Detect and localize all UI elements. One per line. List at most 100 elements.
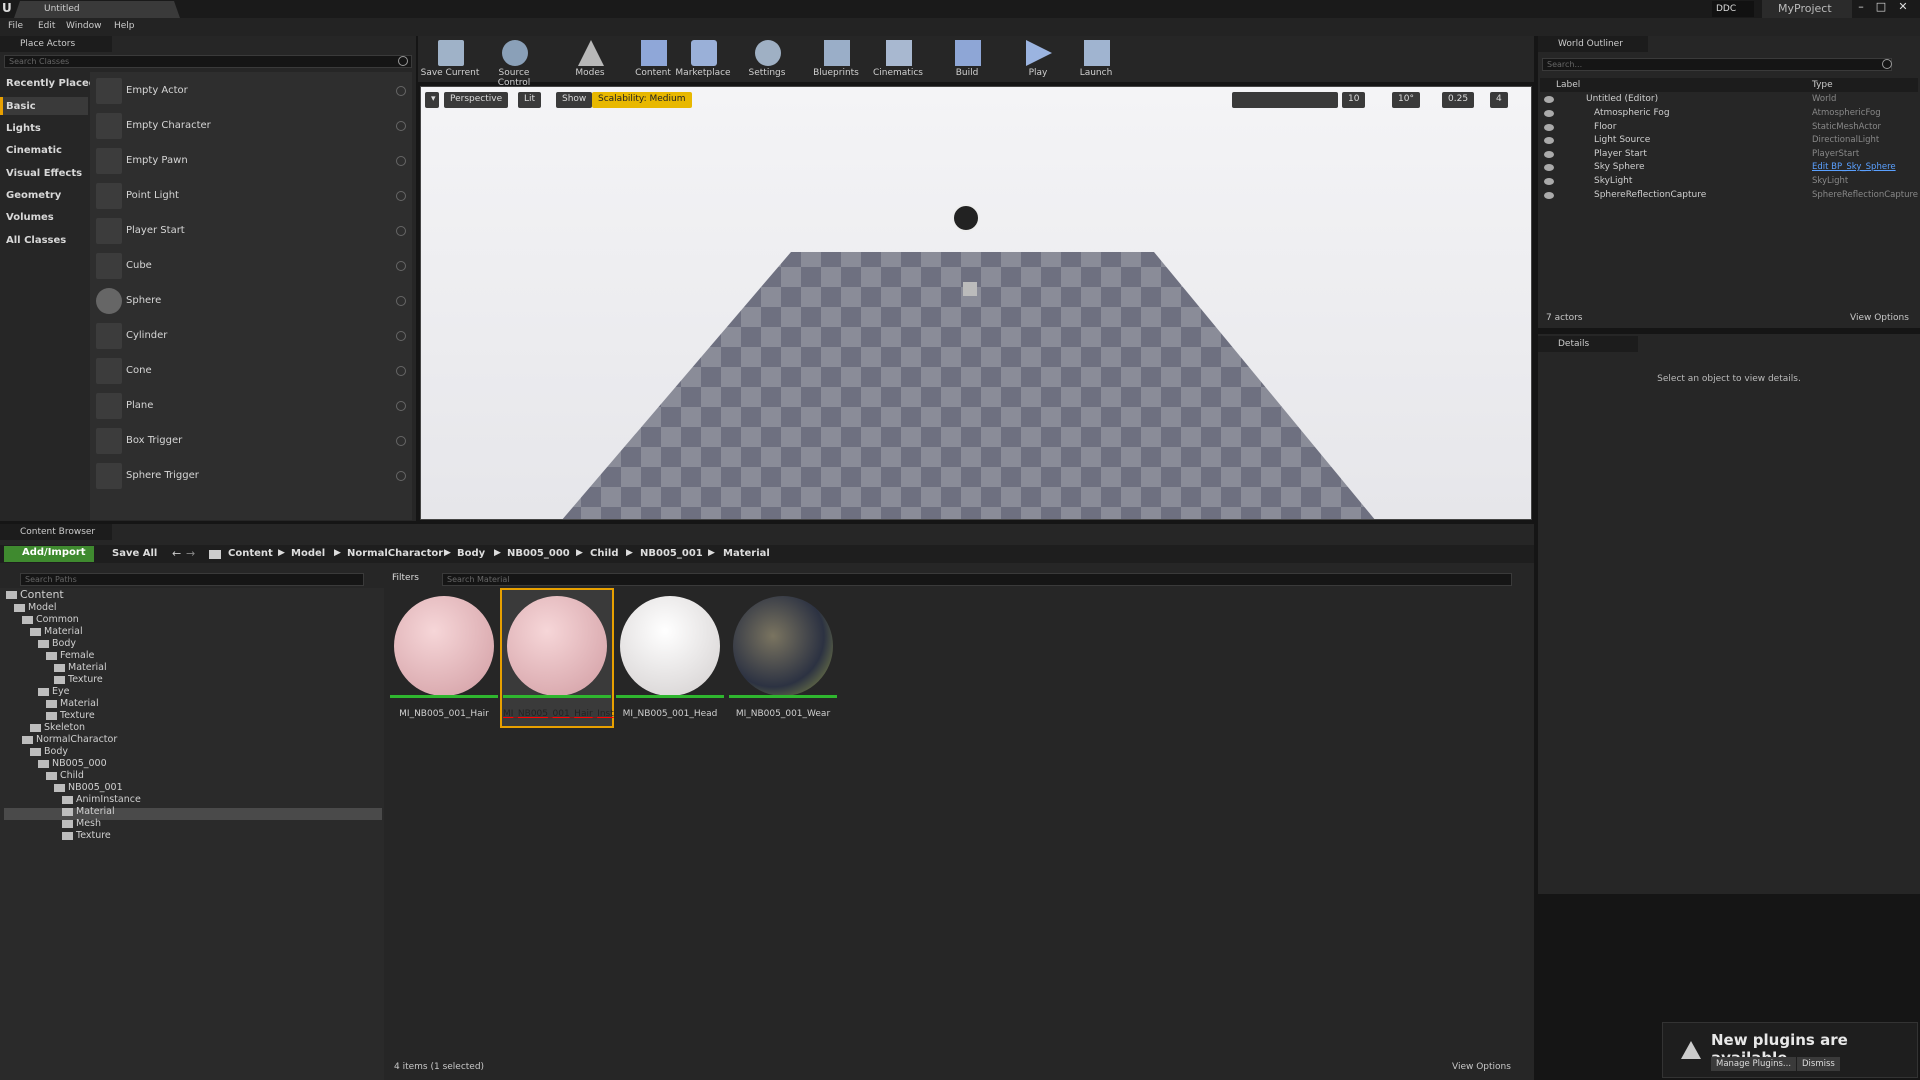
tree-folder[interactable]: Texture — [62, 830, 111, 841]
tree-folder[interactable]: Body — [38, 638, 76, 649]
breadcrumb-arrow-icon[interactable]: ▶ — [626, 548, 633, 558]
back-icon[interactable]: ← — [172, 547, 181, 560]
outliner-row[interactable]: SphereReflectionCapture SphereReflectionC… — [1540, 190, 1918, 203]
show-button[interactable]: Show — [556, 92, 593, 108]
category-volumes[interactable]: Volumes — [6, 212, 54, 223]
actor-item[interactable]: Player Start — [92, 214, 412, 249]
actor-item[interactable]: Box Trigger — [92, 424, 412, 459]
category-recently-placed[interactable]: Recently Placed — [6, 78, 96, 89]
forward-icon[interactable]: → — [186, 547, 195, 560]
category-lights[interactable]: Lights — [6, 123, 41, 134]
save-current-button[interactable]: Save Current — [420, 36, 480, 82]
info-icon[interactable] — [396, 121, 406, 131]
tree-folder[interactable]: Material — [46, 698, 99, 709]
asset-tile[interactable]: MI_NB005_001_Wear — [729, 592, 837, 724]
actor-item[interactable]: Sphere — [92, 284, 412, 319]
tree-folder[interactable]: AnimInstance — [62, 794, 141, 805]
actor-item[interactable]: Cone — [92, 354, 412, 389]
breadcrumb-item[interactable]: Child — [590, 548, 618, 559]
camera-speed-value[interactable]: 4 — [1490, 92, 1508, 108]
tree-folder[interactable]: Material — [62, 806, 115, 817]
settings-button[interactable]: Settings — [737, 36, 797, 82]
eye-icon[interactable] — [1544, 164, 1554, 171]
outliner-row[interactable]: Untitled (Editor) World — [1540, 94, 1918, 107]
source-control-button[interactable]: Source Control — [484, 36, 544, 88]
category-visual-effects[interactable]: Visual Effects — [6, 168, 82, 179]
menu-window[interactable]: Window — [66, 21, 102, 31]
eye-icon[interactable] — [1544, 151, 1554, 158]
grid-snap-value[interactable]: 10 — [1342, 92, 1366, 108]
asset-tile[interactable]: MI_NB005_001_Hair — [390, 592, 498, 724]
tree-folder[interactable]: Eye — [38, 686, 69, 697]
content-browser-tab[interactable]: Content Browser — [0, 524, 112, 540]
cb-view-options[interactable]: View Options — [1452, 1062, 1511, 1072]
tree-folder[interactable]: Material — [54, 662, 107, 673]
eye-icon[interactable] — [1544, 110, 1554, 117]
tree-folder[interactable]: NormalCharactor — [22, 734, 117, 745]
details-tab[interactable]: Details — [1538, 336, 1638, 352]
actor-item[interactable]: Plane — [92, 389, 412, 424]
category-geometry[interactable]: Geometry — [6, 190, 61, 201]
breadcrumb-item[interactable]: Material — [723, 548, 770, 559]
info-icon[interactable] — [396, 191, 406, 201]
play-button[interactable]: Play — [1008, 36, 1068, 82]
tree-folder[interactable]: Material — [30, 626, 83, 637]
eye-icon[interactable] — [1544, 124, 1554, 131]
category-cinematic[interactable]: Cinematic — [6, 145, 62, 156]
tree-folder[interactable]: Mesh — [62, 818, 101, 829]
info-icon[interactable] — [396, 401, 406, 411]
actor-item[interactable]: Sphere Trigger — [92, 459, 412, 494]
tree-folder[interactable]: Texture — [46, 710, 95, 721]
breadcrumb-arrow-icon[interactable]: ▶ — [278, 548, 285, 558]
info-icon[interactable] — [396, 296, 406, 306]
ddc-indicator[interactable]: DDC — [1712, 1, 1754, 17]
outliner-row[interactable]: Floor StaticMeshActor — [1540, 122, 1918, 135]
edit-blueprint-link[interactable]: Edit BP_Sky_Sphere — [1812, 162, 1896, 172]
outliner-search-input[interactable]: Search... — [1542, 58, 1892, 71]
outliner-row[interactable]: Sky Sphere Edit BP_Sky_Sphere — [1540, 162, 1918, 175]
actor-item[interactable]: Cube — [92, 249, 412, 284]
eye-icon[interactable] — [1544, 96, 1554, 103]
close-icon[interactable]: ✕ — [1894, 0, 1912, 14]
menu-edit[interactable]: Edit — [38, 21, 55, 31]
save-all-button[interactable]: Save All — [112, 548, 157, 559]
actor-item[interactable]: Empty Pawn — [92, 144, 412, 179]
info-icon[interactable] — [396, 436, 406, 446]
actor-item[interactable]: Cylinder — [92, 319, 412, 354]
eye-icon[interactable] — [1544, 178, 1554, 185]
launch-button[interactable]: Launch — [1066, 36, 1126, 82]
breadcrumb-item[interactable]: Content — [228, 548, 273, 559]
rotation-snap-value[interactable]: 10° — [1392, 92, 1420, 108]
info-icon[interactable] — [396, 86, 406, 96]
scalability-badge[interactable]: Scalability: Medium — [592, 92, 692, 108]
breadcrumb-arrow-icon[interactable]: ▶ — [444, 548, 451, 558]
breadcrumb-arrow-icon[interactable]: ▶ — [494, 548, 501, 558]
build-button[interactable]: Build — [937, 36, 997, 82]
search-classes-input[interactable]: Search Classes — [4, 55, 412, 68]
breadcrumb-arrow-icon[interactable]: ▶ — [334, 548, 341, 558]
outliner-row[interactable]: SkyLight SkyLight — [1540, 176, 1918, 189]
search-material-input[interactable]: Search Material — [442, 573, 1512, 586]
asset-tile[interactable]: MI_NB005_001_Hair_Inst — [503, 592, 614, 724]
outliner-view-options[interactable]: View Options — [1850, 313, 1909, 323]
eye-icon[interactable] — [1544, 192, 1554, 199]
modes-button[interactable]: Modes — [560, 36, 620, 82]
manage-plugins-button[interactable]: Manage Plugins... — [1711, 1057, 1797, 1071]
add-import-button[interactable]: Add/Import — [4, 546, 94, 562]
info-icon[interactable] — [396, 226, 406, 236]
breadcrumb-item[interactable]: NormalCharactor — [347, 548, 443, 559]
tree-folder[interactable]: Content — [6, 588, 64, 601]
breadcrumb-arrow-icon[interactable]: ▶ — [576, 548, 583, 558]
breadcrumb-item[interactable]: NB005_000 — [507, 548, 570, 559]
world-outliner-tab[interactable]: World Outliner — [1538, 36, 1648, 52]
category-basic[interactable]: Basic — [6, 101, 36, 112]
blueprints-button[interactable]: Blueprints — [806, 36, 866, 82]
filters-button[interactable]: Filters — [392, 573, 419, 583]
info-icon[interactable] — [396, 331, 406, 341]
place-actors-tab[interactable]: Place Actors — [0, 36, 112, 52]
lit-button[interactable]: Lit — [518, 92, 542, 108]
eye-icon[interactable] — [1544, 137, 1554, 144]
breadcrumb-item[interactable]: Body — [457, 548, 485, 559]
actor-item[interactable]: Empty Character — [92, 109, 412, 144]
search-paths-input[interactable]: Search Paths — [20, 573, 364, 586]
